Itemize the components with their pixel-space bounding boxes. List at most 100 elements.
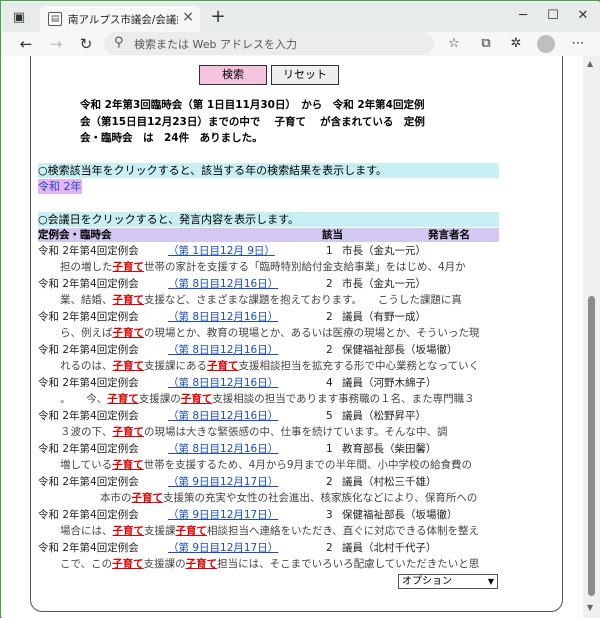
result-date-link[interactable]: （第 8日目12月16日）: [168, 309, 278, 325]
options-label: オプション: [402, 576, 452, 587]
summary-line-2: 会（第15日目12月23日）までの中で 子育て が含まれている 定例: [80, 115, 425, 128]
result-date-link[interactable]: （第 8日目12月16日）: [168, 408, 278, 424]
options-select[interactable]: オプション ▼: [398, 574, 498, 589]
maximize-icon[interactable]: ☐: [538, 5, 568, 27]
scroll-down-icon[interactable]: ▼: [587, 603, 593, 612]
result-speaker: 市長（金丸一元）: [342, 278, 426, 290]
result-excerpt: 増している子育て世帯を支援するため、4月から9月までの半年間、小中学校の給食費の: [38, 457, 499, 473]
search-summary: 令和 2年第3回臨時会（第 1日目11月30日） から 令和 2年第4回定例 会…: [80, 97, 480, 147]
extensions-icon[interactable]: ✲: [506, 34, 526, 54]
result-date-link[interactable]: （第 9日目12月17日）: [168, 540, 278, 556]
tab-close-icon[interactable]: ×: [182, 9, 194, 25]
keyword-highlight: 子育て: [112, 294, 145, 306]
tab-title: 南アルプス市議会/会議録検索シス: [68, 14, 178, 26]
result-date-link[interactable]: （第 8日目12月16日）: [168, 342, 278, 358]
scroll-up-icon[interactable]: ▲: [587, 59, 593, 68]
result-count: 4: [326, 377, 333, 389]
keyword-highlight: 子育て: [112, 327, 145, 339]
result-excerpt: 本市の子育て支援策の充実や女性の社会進出、核家族化などにより、保育所への: [38, 490, 499, 506]
window-close-icon[interactable]: ✕: [568, 5, 598, 27]
result-row: 令和 2年第4回定例会 （第 9日目12月17日） 3 保健福祉部長（坂場徹）: [38, 507, 499, 523]
result-session: 令和 2年第4回定例会: [38, 278, 139, 290]
excerpt-text: こで、この: [60, 558, 113, 570]
year-link[interactable]: 令和 2年: [38, 179, 82, 194]
result-count: 1: [326, 443, 333, 455]
result-speaker: 教育部長（柴田馨）: [342, 443, 437, 455]
excerpt-text: 支援相談の担当であります事務職の１名、また専門職３: [212, 393, 475, 405]
result-count: 2: [326, 311, 333, 323]
result-speaker: 議員（河野木綿子）: [342, 377, 437, 389]
excerpt-text: の現場は大きな緊張感の中、仕事を続けています。そんな中、調: [144, 426, 448, 438]
excerpt-text: 場合には、: [60, 525, 113, 537]
keyword-highlight: 子育て: [112, 525, 145, 537]
keyword-highlight: 子育て: [112, 360, 145, 372]
result-excerpt: 場合には、子育て支援課子育て相談担当へ連絡をいただき、直ぐに対応できる体制を整え: [38, 523, 499, 539]
refresh-icon[interactable]: ↻: [76, 34, 96, 54]
result-count: 3: [326, 509, 333, 521]
summary-line-3: 会・臨時会 は 24件 ありました。: [80, 132, 263, 144]
page-viewport: 検索 リセット 令和 2年第3回臨時会（第 1日目11月30日） から 令和 2…: [2, 56, 583, 618]
search-button[interactable]: 検索: [199, 65, 267, 85]
meeting-instruction: ○会議日をクリックすると、発言内容を表示します。: [38, 212, 499, 227]
result-row: 令和 2年第4回定例会 （第 8日目12月16日） 2 保健福祉部長（坂場徹）: [38, 342, 499, 358]
excerpt-text: れるのは、: [60, 360, 113, 372]
header-speaker: 発言者名: [428, 229, 470, 241]
excerpt-text: 支援課の: [143, 558, 186, 570]
new-tab-button[interactable]: +: [208, 6, 228, 28]
more-menu-icon[interactable]: ⋯: [568, 34, 588, 54]
collections-icon[interactable]: ⧉: [476, 34, 496, 54]
result-session: 令和 2年第4回定例会: [38, 509, 139, 521]
vertical-scrollbar[interactable]: ▲ ▼: [583, 56, 600, 618]
result-date-link[interactable]: （第 9日目12月17日）: [168, 474, 278, 490]
result-speaker: 議員（有野一成）: [342, 311, 426, 323]
browser-window: ▣ ▤ 南アルプス市議会/会議録検索シス × + ─ ☐ ✕ ← → ↻ ⚲ 検…: [0, 0, 600, 618]
minimize-icon[interactable]: ─: [508, 5, 538, 27]
keyword-highlight: 子育て: [112, 261, 145, 273]
result-date-link[interactable]: （第 1日目12月 9日）: [168, 243, 275, 259]
excerpt-text: 。 今、: [60, 393, 108, 405]
result-date-link[interactable]: （第 8日目12月16日）: [168, 441, 278, 457]
result-date-link[interactable]: （第 8日目12月16日）: [168, 276, 278, 292]
search-icon: ⚲: [114, 35, 124, 50]
result-session: 令和 2年第4回定例会: [38, 311, 139, 323]
back-icon[interactable]: ←: [16, 34, 36, 54]
reset-button[interactable]: リセット: [271, 65, 339, 85]
excerpt-text: 本市の: [100, 492, 132, 504]
excerpt-text: 支援課にある: [144, 360, 207, 372]
scroll-thumb[interactable]: [588, 296, 595, 596]
favorite-star-icon[interactable]: ☆: [444, 34, 464, 54]
profile-avatar[interactable]: [537, 35, 555, 53]
result-date-link[interactable]: （第 9日目12月17日）: [168, 507, 278, 523]
result-row: 令和 2年第4回定例会 （第 8日目12月16日） 4 議員（河野木綿子）: [38, 375, 499, 391]
result-excerpt: ３波の下、子育ての現場は大きな緊張感の中、仕事を続けています。そんな中、調: [38, 424, 499, 440]
excerpt-text: ら、例えば: [60, 327, 113, 339]
result-excerpt: 。 今、子育て支援課の子育て支援相談の担当であります事務職の１名、また専門職３: [38, 391, 499, 407]
tab-actions-icon[interactable]: ▣: [8, 9, 30, 27]
results-header: 定例会・臨時会 該当 発言者名: [38, 228, 499, 242]
excerpt-text: 世帯を支援するため、4月から9月までの半年間、小中学校の給食費の: [143, 459, 473, 471]
result-session: 令和 2年第4回定例会: [38, 443, 139, 455]
excerpt-text: 業、結婚、: [60, 294, 113, 306]
forward-icon[interactable]: →: [46, 34, 66, 54]
keyword-highlight: 子育て: [112, 558, 144, 570]
excerpt-text: 相談担当へ連絡をいただき、直ぐに対応できる体制を整え: [207, 525, 480, 537]
summary-line-1: 令和 2年第3回臨時会（第 1日目11月30日） から 令和 2年第4回定例: [80, 99, 425, 111]
tab-active[interactable]: ▤ 南アルプス市議会/会議録検索シス ×: [40, 6, 200, 32]
year-instruction: ○検索該当年をクリックすると、該当する年の検索結果を表示します。: [38, 163, 499, 178]
result-speaker: 保健福祉部長（坂場徹）: [342, 509, 458, 521]
result-row: 令和 2年第4回定例会 （第 8日目12月16日） 2 市長（金丸一元）: [38, 276, 499, 292]
address-bar[interactable]: ⚲ 検索または Web アドレスを入力: [104, 32, 434, 55]
page-favicon-icon: ▤: [48, 12, 62, 26]
excerpt-text: 支援課: [144, 525, 176, 537]
tab-strip: ▣ ▤ 南アルプス市議会/会議録検索シス × + ─ ☐ ✕: [2, 2, 600, 32]
address-placeholder: 検索または Web アドレスを入力: [134, 38, 297, 51]
result-count: 2: [326, 542, 333, 554]
result-row: 令和 2年第4回定例会 （第 1日目12月 9日） 1 市長（金丸一元）: [38, 243, 499, 259]
result-session: 令和 2年第4回定例会: [38, 245, 139, 257]
result-session: 令和 2年第4回定例会: [38, 377, 139, 389]
excerpt-text: 支援相談担当を拡充する形で中心業務となっていく: [238, 360, 480, 372]
result-date-link[interactable]: （第 8日目12月16日）: [168, 375, 278, 391]
result-row: 令和 2年第4回定例会 （第 8日目12月16日） 5 議員（松野昇平）: [38, 408, 499, 424]
result-session: 令和 2年第4回定例会: [38, 476, 139, 488]
excerpt-text: 支援策の充実や女性の社会進出、核家族化などにより、保育所への: [163, 492, 478, 504]
